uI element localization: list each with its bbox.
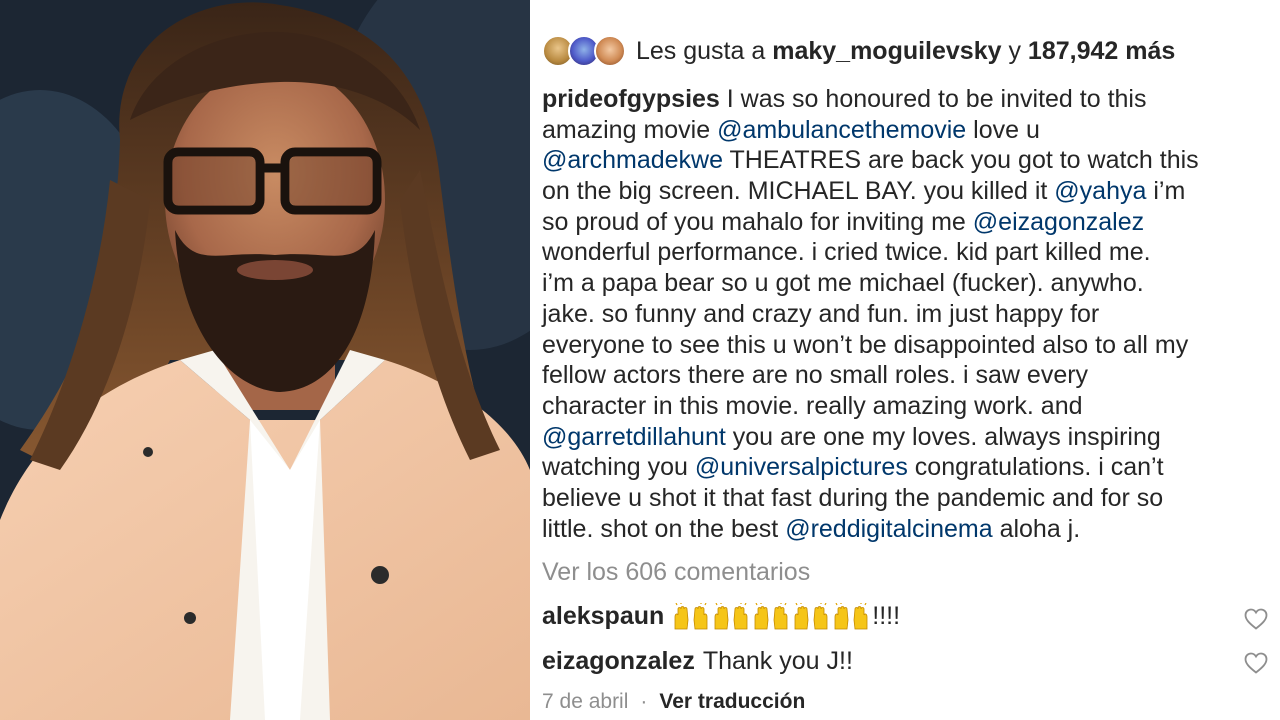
mention-link[interactable]: @universalpictures xyxy=(695,453,908,481)
comment-text: Thank you J!! xyxy=(702,647,853,675)
avatar xyxy=(594,35,626,67)
likes-connector: y xyxy=(1008,36,1021,65)
post-date: 7 de abril xyxy=(542,690,629,713)
caption-text: jake. so funny and crazy and fun. im jus… xyxy=(542,299,1100,328)
liker-avatars xyxy=(542,34,628,68)
post-caption: prideofgypsies I was so honoured to be i… xyxy=(542,84,1278,544)
caption-text: i’m xyxy=(1146,177,1186,206)
instagram-post-panel: Les gusta a maky_moguilevsky y 187,942 m… xyxy=(530,0,1280,720)
caption-line: everyone to see this u won’t be disappoi… xyxy=(542,330,1278,361)
raising-hands-icon xyxy=(714,602,748,629)
caption-text: congratulations. i can’t xyxy=(907,453,1164,482)
caption-line: watching you @universalpictures congratu… xyxy=(542,452,1278,483)
caption-text: amazing movie xyxy=(542,115,718,144)
caption-line: little. shot on the best @reddigitalcine… xyxy=(542,514,1278,545)
caption-text: character in this movie. really amazing … xyxy=(542,391,1083,420)
emoji-group xyxy=(672,602,870,631)
comment-row: alekspaun !!!! xyxy=(542,602,900,631)
caption-text: I was so honoured to be invited to this xyxy=(726,85,1147,113)
caption-line: so proud of you mahalo for inviting me @… xyxy=(542,207,1278,238)
mention-link[interactable]: @archmadekwe xyxy=(542,146,723,174)
caption-text: aloha j. xyxy=(992,514,1081,543)
likes-prefix: Les gusta a xyxy=(636,36,766,65)
caption-line: character in this movie. really amazing … xyxy=(542,391,1278,422)
raising-hands-icon xyxy=(674,602,708,629)
caption-text: so proud of you mahalo for inviting me xyxy=(542,207,973,236)
see-translation-link[interactable]: Ver traducción xyxy=(659,690,805,713)
raising-hands-icon xyxy=(754,602,788,629)
comment-username[interactable]: eizagonzalez xyxy=(542,647,695,676)
caption-line: jake. so funny and crazy and fun. im jus… xyxy=(542,299,1278,330)
mention-link[interactable]: @yahya xyxy=(1054,177,1146,205)
mention-link[interactable]: @reddigitalcinema xyxy=(785,515,992,543)
caption-line: prideofgypsies I was so honoured to be i… xyxy=(542,84,1278,115)
post-author-username[interactable]: prideofgypsies xyxy=(542,85,727,113)
post-footer: 7 de abril · Ver traducción xyxy=(542,690,805,714)
caption-text: you are one my loves. always inspiring xyxy=(725,422,1161,451)
caption-line: on the big screen. MICHAEL BAY. you kill… xyxy=(542,176,1278,207)
mention-link[interactable]: @ambulancethemovie xyxy=(717,116,966,144)
raising-hands-icon xyxy=(794,602,828,629)
caption-text: fellow actors there are no small roles. … xyxy=(542,361,1089,390)
likes-count[interactable]: 187,942 más xyxy=(1028,37,1175,66)
likes-user-link[interactable]: maky_moguilevsky xyxy=(772,37,1001,66)
caption-text: believe u shot it that fast during the p… xyxy=(542,483,1164,512)
mention-link[interactable]: @garretdillahunt xyxy=(542,423,726,451)
caption-text: love u xyxy=(966,115,1040,144)
caption-line: @garretdillahunt you are one my loves. a… xyxy=(542,422,1278,453)
like-comment-heart-icon[interactable] xyxy=(1244,652,1268,674)
caption-line: fellow actors there are no small roles. … xyxy=(542,360,1278,391)
caption-line: believe u shot it that fast during the p… xyxy=(542,483,1278,514)
caption-line: wonderful performance. i cried twice. ki… xyxy=(542,237,1278,268)
caption-text: i’m a papa bear so u got me michael (fuc… xyxy=(542,269,1144,298)
celebrity-photo xyxy=(0,0,530,720)
caption-text: everyone to see this u won’t be disappoi… xyxy=(542,330,1189,359)
caption-line: @archmadekwe THEATRES are back you got t… xyxy=(542,145,1278,176)
comment-username[interactable]: alekspaun xyxy=(542,602,664,631)
caption-text: little. shot on the best xyxy=(542,514,786,543)
caption-line: amazing movie @ambulancethemovie love u xyxy=(542,115,1278,146)
separator: · xyxy=(640,690,648,713)
caption-text: on the big screen. MICHAEL BAY. you kill… xyxy=(542,177,1055,206)
comment-row: eizagonzalez Thank you J!! xyxy=(542,647,853,676)
caption-line: i’m a papa bear so u got me michael (fuc… xyxy=(542,268,1278,299)
caption-text: THEATRES are back you got to watch this xyxy=(723,146,1199,175)
view-all-comments-link[interactable]: Ver los 606 comentarios xyxy=(542,558,810,587)
portrait-illustration xyxy=(0,0,530,720)
like-comment-heart-icon[interactable] xyxy=(1244,608,1268,630)
caption-text: wonderful performance. i cried twice. ki… xyxy=(542,238,1151,267)
mention-link[interactable]: @eizagonzalez xyxy=(973,208,1144,236)
likes-summary[interactable]: Les gusta a maky_moguilevsky y 187,942 m… xyxy=(542,34,1175,68)
caption-text: watching you xyxy=(542,453,695,482)
raising-hands-icon xyxy=(834,602,868,629)
comment-text: !!!! xyxy=(872,602,901,630)
